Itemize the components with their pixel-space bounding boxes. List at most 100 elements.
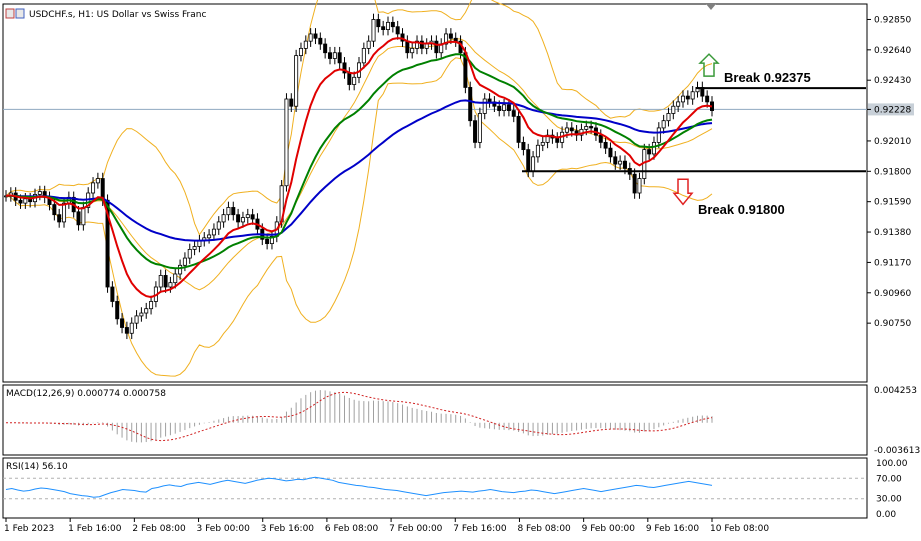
candle-body	[163, 275, 168, 288]
candle-body	[395, 26, 400, 35]
candle-body	[434, 40, 439, 54]
candle-body	[468, 87, 473, 122]
candle-body	[371, 19, 376, 42]
candle-body	[376, 19, 381, 28]
candle-body	[589, 126, 594, 129]
candle-body	[303, 40, 308, 49]
candle-body	[124, 327, 129, 334]
break-up-label: Break 0.92375	[724, 70, 811, 85]
price-tick-label: 0.90750	[874, 319, 911, 329]
candle-body	[511, 110, 516, 117]
candle-body	[526, 149, 531, 172]
chart-type-icon[interactable]	[5, 8, 15, 19]
price-tick-label: 0.92640	[874, 46, 911, 56]
candle-body	[477, 113, 482, 143]
candle-body	[618, 160, 623, 165]
candle-body	[705, 95, 710, 103]
time-tick-label: 3 Feb 16:00	[261, 524, 315, 534]
candle-body	[497, 105, 502, 111]
candle-body	[236, 214, 241, 223]
macd-label: MACD(12,26,9) 0.000774 0.000758	[6, 389, 166, 399]
rsi-tick-label: 30.00	[876, 495, 902, 505]
price-tick-label: 0.92430	[874, 76, 911, 86]
trading-chart[interactable]: 0.92850 0.92640 0.92430 0.92228 0.92010 0.918…	[0, 0, 921, 541]
rsi-tick-label: 0.00	[876, 510, 896, 520]
candle-body	[332, 52, 337, 59]
candle-body	[289, 98, 294, 107]
candle-body	[424, 43, 429, 49]
time-tick-label: 8 Feb 08:00	[517, 524, 571, 534]
candle-body	[149, 301, 154, 310]
time-tick-label: 2 Feb 08:00	[132, 524, 186, 534]
candle-body	[76, 211, 81, 226]
candle-body	[656, 127, 661, 143]
price-tick-label: 0.92850	[874, 15, 911, 25]
candle-body	[91, 182, 96, 194]
candle-body	[366, 40, 371, 49]
candle-body	[327, 52, 332, 59]
candle-body	[540, 141, 545, 146]
candle-body	[81, 207, 86, 226]
candle-body	[115, 301, 120, 320]
candle-body	[207, 234, 212, 239]
price-tick-label: 0.92228	[874, 105, 911, 115]
candle-body	[294, 55, 299, 107]
candle-body	[308, 33, 313, 42]
macd-tick-label: 0.004253	[874, 386, 917, 396]
time-tick-label: 10 Feb 08:00	[710, 524, 769, 534]
candle-body	[555, 137, 560, 143]
candle-body	[216, 221, 221, 230]
rsi-label: RSI(14) 56.10	[6, 462, 68, 472]
candle-body	[352, 76, 357, 85]
candle-body	[535, 144, 540, 158]
candle-body	[178, 264, 183, 275]
candle-body	[405, 40, 410, 54]
candle-body	[651, 141, 656, 155]
candle-body	[52, 204, 57, 216]
break-down-label: Break 0.91800	[698, 202, 785, 217]
candle-body	[168, 282, 173, 288]
price-tick-label: 0.90960	[874, 289, 911, 299]
candle-body	[487, 98, 492, 103]
candle-body	[647, 149, 652, 155]
candle-body	[318, 37, 323, 45]
candle-body	[622, 160, 627, 169]
candle-body	[569, 127, 574, 132]
candle-body	[182, 257, 187, 266]
chart-template-icon[interactable]	[15, 8, 25, 19]
candle-body	[221, 214, 226, 223]
candle-body	[62, 202, 67, 223]
candle-body	[361, 47, 366, 64]
candle-body	[158, 275, 163, 288]
candle-body	[666, 113, 671, 122]
price-tick-label: 0.91170	[874, 258, 911, 268]
candle-body	[37, 191, 42, 195]
price-tick-label: 0.92010	[874, 137, 911, 147]
candle-body	[608, 147, 613, 158]
rsi-tick-label: 100.00	[876, 459, 908, 469]
candle-body	[603, 141, 608, 149]
time-tick-label: 7 Feb 16:00	[453, 524, 507, 534]
candle-body	[144, 308, 149, 314]
candle-body	[637, 178, 642, 194]
time-tick-label: 1 Feb 16:00	[68, 524, 122, 534]
time-tick-label: 9 Feb 16:00	[646, 524, 700, 534]
candle-body	[506, 104, 511, 111]
candle-body	[671, 105, 676, 114]
candle-body	[502, 104, 507, 111]
candle-body	[676, 101, 681, 107]
time-tick-label: 7 Feb 00:00	[389, 524, 443, 534]
candle-body	[323, 43, 328, 54]
candle-body	[250, 214, 255, 220]
candle-body	[110, 286, 115, 302]
candle-body	[453, 37, 458, 42]
macd-tick-label: -0.003613	[874, 446, 920, 456]
candle-body	[613, 156, 618, 165]
candle-body	[95, 178, 100, 184]
candle-body	[564, 127, 569, 133]
candle-body	[187, 248, 192, 259]
price-tick-label: 0.91380	[874, 228, 911, 238]
candle-body	[632, 173, 637, 194]
candle-body	[598, 134, 603, 143]
candle-body	[410, 47, 415, 54]
